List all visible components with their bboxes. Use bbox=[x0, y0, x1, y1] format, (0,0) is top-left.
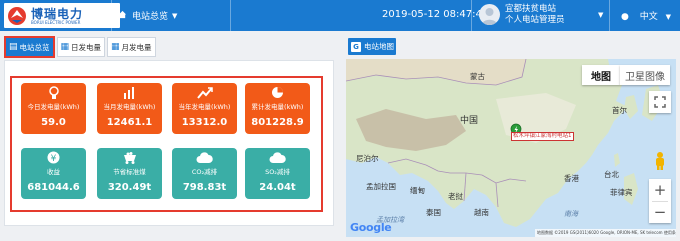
chart-icon: ▦ bbox=[111, 42, 120, 52]
divider bbox=[230, 0, 231, 31]
google-logo-text: Google bbox=[350, 221, 392, 234]
language-selector[interactable]: ● 中文 ▼ bbox=[621, 9, 671, 22]
map-label-nepal: 尼泊尔 bbox=[356, 154, 379, 163]
user-role: 个人电站管理员 bbox=[505, 15, 565, 25]
map-title: 电站地图 bbox=[364, 42, 394, 51]
card-label: 今日发电量(kWh) bbox=[27, 103, 80, 111]
map-label-taipei: 台北 bbox=[604, 170, 619, 179]
user-avatar[interactable] bbox=[479, 4, 500, 25]
divider bbox=[652, 201, 668, 202]
bar-chart-icon bbox=[97, 86, 162, 100]
chevron-down-icon[interactable]: ▼ bbox=[598, 11, 603, 19]
map-label-bangladesh: 孟加拉国 bbox=[366, 182, 396, 191]
tab-station-overview[interactable]: ▤ 电站总览 bbox=[4, 36, 55, 58]
card-label: CO₂减排 bbox=[191, 168, 218, 176]
zoom-out-button[interactable]: − bbox=[649, 201, 671, 223]
card-value: 12461.1 bbox=[106, 117, 153, 128]
pie-chart-icon bbox=[245, 86, 310, 100]
month-generation-card: 当月发电量(kWh) 12461.1 bbox=[97, 83, 162, 134]
map-label-mongolia: 蒙古 bbox=[470, 72, 485, 81]
tab-label: 电站总览 bbox=[19, 42, 50, 52]
map-type-map-button[interactable]: 地图 bbox=[582, 65, 620, 85]
card-label: 当月发电量(kWh) bbox=[103, 103, 156, 111]
current-datetime: 2019-05-12 08:47:49 bbox=[382, 9, 489, 20]
home-icon bbox=[118, 10, 127, 22]
user-info[interactable]: 宜都扶贫电站 个人电站管理员 bbox=[505, 4, 565, 26]
card-value: 798.83t bbox=[182, 182, 227, 193]
card-value: 13312.0 bbox=[181, 117, 228, 128]
card-value: 320.49t bbox=[107, 182, 152, 193]
google-maps-icon: G bbox=[351, 41, 361, 52]
svg-text:¥: ¥ bbox=[51, 154, 57, 164]
top-navigation-bar: 博瑞电力 BORUI ELECTRIC POWER 电站总览 ▼ 2019-05… bbox=[0, 0, 680, 31]
card-label: 当年发电量(kWh) bbox=[178, 103, 231, 111]
today-generation-card: 今日发电量(kWh) 59.0 bbox=[21, 83, 86, 134]
company-logo[interactable]: 博瑞电力 BORUI ELECTRIC POWER bbox=[4, 3, 120, 28]
tab-label: 月发电量 bbox=[121, 42, 152, 52]
card-value: 801228.9 bbox=[251, 117, 304, 128]
revenue-card: ¥ 收益 681044.6 bbox=[21, 148, 86, 199]
map-terrain bbox=[346, 59, 676, 237]
nav-station-overview[interactable]: 电站总览 ▼ bbox=[118, 0, 177, 31]
chevron-down-icon: ▼ bbox=[172, 11, 178, 20]
map-label-thailand: 泰国 bbox=[426, 208, 441, 217]
nav-label: 电站总览 bbox=[132, 12, 169, 22]
map-label-laos: 老挝 bbox=[448, 192, 463, 201]
card-label: 节省标准煤 bbox=[113, 168, 146, 176]
overview-tabs: ▤ 电站总览 ▦ 日发电量 ▦ 月发电量 bbox=[4, 36, 156, 59]
card-label: 收益 bbox=[47, 168, 60, 176]
yen-icon: ¥ bbox=[21, 151, 86, 165]
lightbulb-icon bbox=[21, 86, 86, 100]
total-generation-card: 累计发电量(kWh) 801228.9 bbox=[245, 83, 310, 134]
co2-reduction-card: CO₂减排 798.83t bbox=[172, 148, 237, 199]
so2-cloud-icon bbox=[245, 151, 310, 165]
logo-mark-icon bbox=[8, 7, 26, 25]
map-label-hong-kong: 香港 bbox=[564, 174, 579, 183]
year-generation-card: 当年发电量(kWh) 13312.0 bbox=[172, 83, 237, 134]
station-map-tab[interactable]: G 电站地图 bbox=[348, 38, 396, 55]
coal-cart-icon bbox=[97, 151, 162, 165]
chevron-down-icon: ▼ bbox=[665, 13, 672, 21]
map-label-vietnam: 越南 bbox=[474, 208, 489, 217]
tab-monthly-generation[interactable]: ▦ 月发电量 bbox=[107, 37, 156, 57]
zoom-in-button[interactable]: + bbox=[649, 179, 671, 201]
card-value: 59.0 bbox=[41, 117, 66, 128]
divider bbox=[471, 0, 472, 31]
card-value: 681044.6 bbox=[27, 182, 80, 193]
tab-daily-generation[interactable]: ▦ 日发电量 bbox=[56, 37, 106, 57]
station-marker-label[interactable]: 松木坪镇江家湾村电站1 bbox=[511, 132, 574, 141]
zoom-control: + − bbox=[649, 179, 671, 223]
language-label: 中文 bbox=[639, 12, 658, 22]
card-value: 24.04t bbox=[259, 182, 296, 193]
fullscreen-icon[interactable] bbox=[649, 91, 671, 113]
document-icon: ▤ bbox=[9, 42, 18, 52]
map-label-south-china-sea: 南海 bbox=[564, 210, 578, 218]
card-label: SO₂减排 bbox=[265, 168, 290, 176]
so2-reduction-card: SO₂减排 24.04t bbox=[245, 148, 310, 199]
co2-cloud-icon bbox=[172, 151, 237, 165]
globe-icon: ● bbox=[621, 12, 629, 22]
map-attribution[interactable]: 地图数据 ©2019 GS(2011)6020 Google, ORION-ME… bbox=[535, 229, 676, 237]
trend-line-icon bbox=[172, 86, 237, 100]
coal-saving-card: 节省标准煤 320.49t bbox=[97, 148, 162, 199]
map-label-china: 中国 bbox=[460, 116, 479, 126]
logo-subtext: BORUI ELECTRIC POWER bbox=[31, 20, 81, 25]
tab-label: 日发电量 bbox=[71, 42, 102, 52]
map-label-myanmar: 缅甸 bbox=[410, 186, 425, 195]
divider bbox=[111, 0, 112, 31]
divider bbox=[609, 0, 610, 31]
google-logo: Google bbox=[350, 221, 392, 234]
station-map[interactable]: 地图 卫星图像 + − 蒙古 中国 尼泊尔 孟加拉国 缅甸 泰国 老挝 越南 菲… bbox=[346, 59, 676, 237]
street-view-pegman-icon[interactable] bbox=[653, 151, 667, 171]
card-label: 累计发电量(kWh) bbox=[251, 103, 304, 111]
map-type-satellite-button[interactable]: 卫星图像 bbox=[620, 65, 670, 85]
map-label-philippines: 菲律宾 bbox=[610, 188, 633, 197]
chart-icon: ▦ bbox=[60, 42, 70, 52]
station-name: 宜都扶贫电站 bbox=[505, 4, 557, 14]
map-label-seoul: 首尔 bbox=[612, 106, 627, 115]
